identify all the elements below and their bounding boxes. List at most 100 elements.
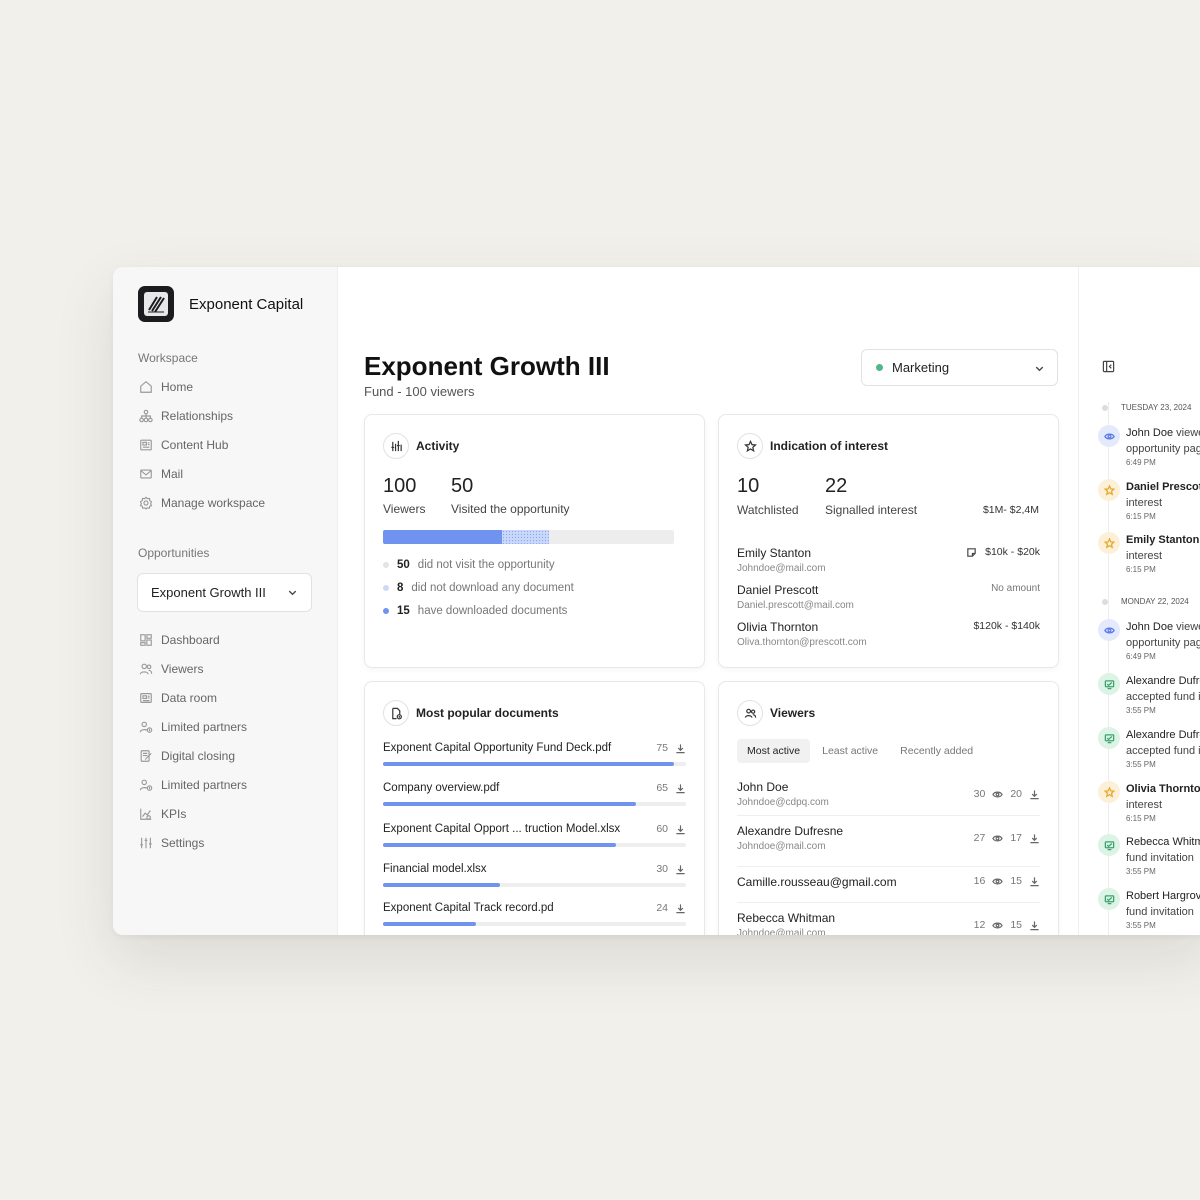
stage-dropdown[interactable]: Marketing bbox=[861, 349, 1058, 386]
opportunity-select[interactable]: Exponent Growth III bbox=[137, 573, 312, 612]
ioi-amount: $10k - $20k bbox=[966, 546, 1040, 558]
document-row[interactable]: Exponent Capital Track record.pd 24 bbox=[383, 902, 686, 926]
documents-title: Most popular documents bbox=[416, 706, 559, 720]
viewers-card-header: Viewers bbox=[737, 700, 815, 726]
viewer-stats: 27 17 bbox=[974, 832, 1040, 844]
ioi-card-header: Indication of interest bbox=[737, 433, 888, 459]
stage-dropdown-value: Marketing bbox=[892, 360, 950, 375]
star-icon bbox=[1103, 786, 1115, 798]
download-icon bbox=[1030, 876, 1039, 886]
timeline-event-name: Olivia Thornton bbox=[1126, 783, 1200, 795]
viewers-title: Viewers bbox=[770, 706, 816, 720]
tab-least-active[interactable]: Least active bbox=[812, 739, 888, 763]
nav-item-manage-workspace[interactable]: Manage workspace bbox=[139, 488, 329, 517]
timeline-event-action-line2: opportunity page bbox=[1126, 637, 1200, 649]
download-icon bbox=[676, 824, 685, 834]
viewer-row[interactable]: Alexandre Dufresne Johndoe@mail.com 27 17 bbox=[737, 824, 1040, 852]
progress-downloaded bbox=[383, 530, 503, 544]
timeline-event-time: 6:15 PM bbox=[1126, 814, 1156, 823]
activity-timeline: TUESDAY 23, 2024 John Doe viewed the oppor… bbox=[1078, 267, 1200, 935]
nav-item-digital-closing[interactable]: Digital closing bbox=[139, 741, 329, 770]
gear-icon bbox=[139, 496, 153, 510]
fund-invitation-icon bbox=[1104, 679, 1114, 689]
nav-item-label: Relationships bbox=[161, 408, 234, 423]
viewer-row[interactable]: Camille.rousseau@gmail.com 16 15 bbox=[737, 875, 1040, 889]
legend-value: 50 bbox=[397, 559, 410, 571]
nav-item-label: KPIs bbox=[161, 806, 187, 821]
nav-item-viewers[interactable]: Viewers bbox=[139, 654, 329, 683]
nav-item-relationships[interactable]: Relationships bbox=[139, 401, 329, 430]
timeline-event-text: Robert Hargrove acceptedfund invitation bbox=[1126, 888, 1200, 920]
document-row[interactable]: Exponent Capital Opportunity Fund Deck.p… bbox=[383, 742, 686, 766]
viewer-view-count: 12 bbox=[973, 919, 986, 931]
nav-item-content-hub[interactable]: Content Hub bbox=[139, 430, 329, 459]
timeline-event-text: Alexandre Dufresne accepted fund invitati… bbox=[1126, 727, 1200, 759]
download-icon bbox=[1030, 833, 1039, 843]
chevron-down-icon bbox=[288, 590, 297, 596]
home-icon bbox=[140, 380, 152, 393]
timeline-event-time: 6:15 PM bbox=[1126, 512, 1156, 521]
document-row[interactable]: Company overview.pdf 65 bbox=[383, 782, 686, 806]
main-content: Exponent Growth III Fund - 100 viewers M… bbox=[338, 267, 1078, 935]
ioi-amount-value: $10k - $20k bbox=[985, 546, 1040, 558]
nav-item-limited-partners[interactable]: Limited partners bbox=[139, 712, 329, 741]
nav-item-label: Data room bbox=[161, 690, 218, 705]
document-row[interactable]: Financial model.xlsx 30 bbox=[383, 863, 686, 887]
nav-item-dashboard[interactable]: Dashboard bbox=[139, 625, 329, 654]
document-name: Financial model.xlsx bbox=[383, 863, 487, 875]
limited-partners-icon bbox=[139, 779, 153, 791]
tab-recently-added[interactable]: Recently added bbox=[890, 739, 983, 763]
document-downloads: 30 bbox=[656, 863, 686, 875]
timeline-event-name: Alexandre Dufresne bbox=[1126, 675, 1200, 687]
ioi-row[interactable]: Olivia Thornton Oliva.thornton@prescott.… bbox=[737, 620, 1040, 648]
nav-item-label: Limited partners bbox=[161, 777, 248, 792]
viewer-row[interactable]: Rebecca Whitman Johndoe@mail.com 12 15 bbox=[737, 911, 1040, 935]
workspace-nav: Home Relationships Content Hub Mail Mana… bbox=[139, 372, 329, 517]
viewer-row[interactable]: John Doe Johndoe@cdpq.com 30 20 bbox=[737, 780, 1040, 808]
document-row[interactable]: Exponent Capital Opport ... truction Mod… bbox=[383, 823, 686, 847]
nav-item-label: Limited partners bbox=[161, 719, 248, 734]
documents-card-header: Most popular documents bbox=[383, 700, 559, 726]
viewer-stats: 12 15 bbox=[974, 919, 1040, 931]
collapse-panel-button[interactable] bbox=[1102, 360, 1115, 373]
digital-closing-icon bbox=[140, 749, 152, 762]
timeline-event-name: Rebecca Whitman bbox=[1126, 836, 1200, 848]
ioi-row[interactable]: Emily Stanton Johndoe@mail.com $10k - $2… bbox=[737, 546, 1040, 574]
document-download-count: 75 bbox=[656, 742, 668, 754]
tab-most-active[interactable]: Most active bbox=[737, 739, 811, 763]
timeline-event-time: 3:55 PM bbox=[1126, 706, 1156, 715]
nav-item-mail[interactable]: Mail bbox=[139, 459, 329, 488]
timeline-event-icon bbox=[1098, 781, 1120, 803]
nav-item-label: Viewers bbox=[161, 661, 204, 676]
viewer-view-count: 27 bbox=[973, 832, 986, 844]
collapse-panel-icon bbox=[1102, 360, 1115, 373]
visited-count: 50 bbox=[451, 475, 474, 497]
dashboard-icon bbox=[140, 633, 152, 646]
legend-row: 50 did not visit the opportunity bbox=[383, 559, 555, 571]
eye-icon bbox=[992, 835, 1004, 841]
mail-icon bbox=[140, 468, 152, 479]
legend-dot bbox=[383, 562, 389, 568]
document-bar-fill bbox=[383, 922, 477, 926]
nav-item-limited-partners-2[interactable]: Limited partners bbox=[139, 770, 329, 799]
timeline-event-time: 3:55 PM bbox=[1126, 760, 1156, 769]
document-bar-fill bbox=[383, 883, 500, 887]
document-downloads: 60 bbox=[656, 823, 686, 835]
legend-value: 8 bbox=[397, 582, 404, 594]
nav-item-data-room[interactable]: Data room bbox=[139, 683, 329, 712]
settings-sliders-icon bbox=[140, 837, 152, 848]
timeline-event-name: John Doe bbox=[1126, 427, 1174, 439]
star-icon bbox=[1103, 484, 1115, 496]
ioi-amount: $120k - $140k bbox=[973, 620, 1040, 632]
nav-item-kpis[interactable]: KPIs bbox=[139, 799, 329, 828]
nav-item-settings[interactable]: Settings bbox=[139, 828, 329, 857]
ioi-row[interactable]: Daniel Prescott Daniel.prescott@mail.com… bbox=[737, 583, 1040, 611]
brand[interactable]: Exponent Capital bbox=[138, 286, 303, 322]
timeline-event-icon bbox=[1098, 425, 1120, 447]
activity-icon bbox=[383, 433, 409, 459]
document-name: Exponent Capital Track record.pd bbox=[383, 902, 554, 914]
ioi-email: Johndoe@mail.com bbox=[737, 563, 826, 574]
timeline-date-dot bbox=[1102, 404, 1108, 411]
nav-item-home[interactable]: Home bbox=[139, 372, 329, 401]
note-icon bbox=[967, 547, 976, 557]
